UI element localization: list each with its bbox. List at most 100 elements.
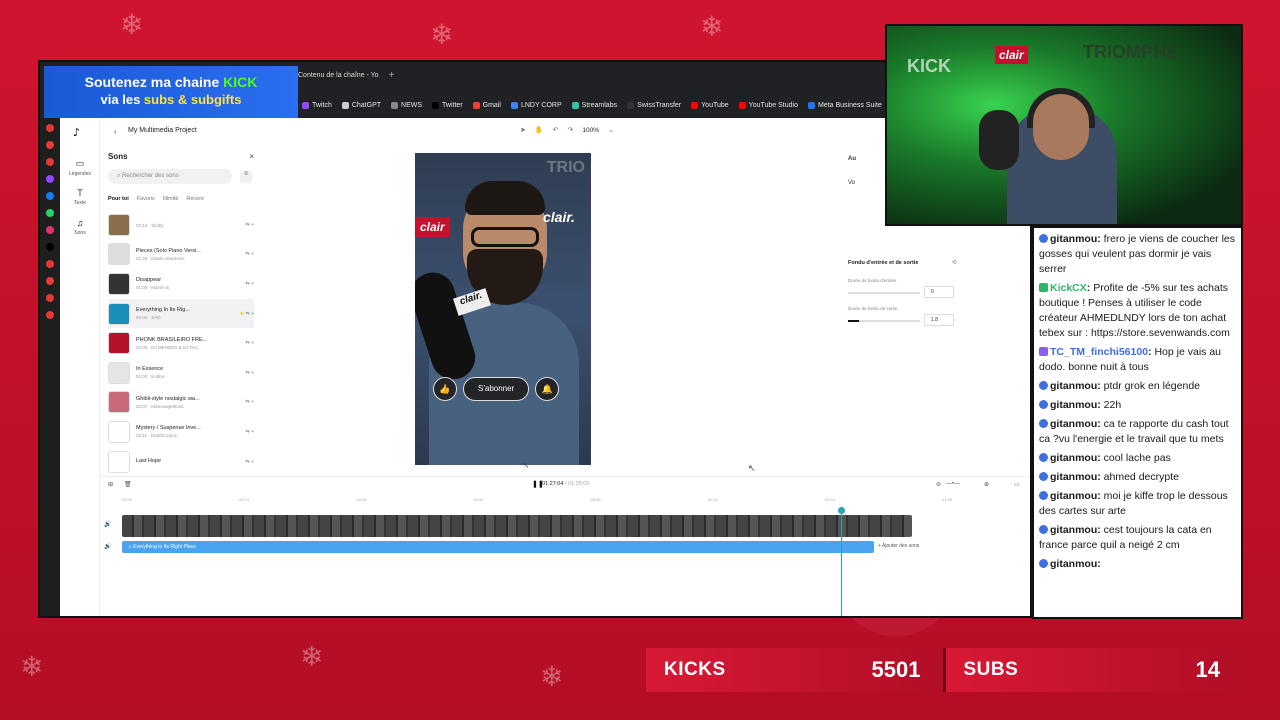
- add-icon[interactable]: +: [251, 311, 254, 317]
- close-icon[interactable]: ×: [249, 152, 254, 161]
- delete-icon[interactable]: 🗑: [124, 481, 132, 488]
- zoom-select[interactable]: 100%: [582, 127, 599, 134]
- add-icon[interactable]: +: [251, 222, 254, 228]
- add-icon[interactable]: +: [251, 370, 254, 376]
- video-track-mute-icon[interactable]: 🔊: [104, 521, 111, 528]
- video-preview[interactable]: TRIO clair. clair clair. 👍 S'abonner 🔔: [415, 153, 591, 465]
- rail-label: Texte: [74, 200, 86, 206]
- bookmark-item[interactable]: Twitch: [302, 102, 332, 109]
- bookmark-item[interactable]: Meta Business Suite: [807, 102, 882, 109]
- rail-sounds[interactable]: ♫ Sons: [60, 218, 100, 236]
- fade-in-input[interactable]: 0: [924, 286, 954, 298]
- chat-username[interactable]: gitanmou: [1050, 380, 1097, 392]
- sound-list-item[interactable]: Disappear 01:00 · Marvin B ⇆ +: [108, 269, 254, 299]
- extension-icon[interactable]: [46, 141, 54, 149]
- x-icon[interactable]: [46, 243, 54, 251]
- sound-actions: ⇆ +: [230, 399, 254, 405]
- tiktok-logo-icon[interactable]: ♪: [73, 126, 80, 139]
- filter-icon[interactable]: ≡: [240, 171, 252, 183]
- audio-track-clip[interactable]: ♫ Everything In Its Right Place: [122, 541, 874, 553]
- sound-list-item[interactable]: In Essence 01:00 · Kubbo ⇆ +: [108, 358, 254, 388]
- extension-icon[interactable]: [46, 277, 54, 285]
- bookmark-item[interactable]: LNDY CORP: [510, 102, 562, 109]
- fade-out-input[interactable]: 1.8: [924, 314, 954, 326]
- add-icon[interactable]: +: [251, 340, 254, 346]
- reset-icon[interactable]: ⟲: [952, 260, 957, 266]
- extension-icon[interactable]: [46, 124, 54, 132]
- zoom-in-icon[interactable]: ⊕: [984, 481, 989, 488]
- sound-list-item[interactable]: 03:12 · Sindly ⇆ +: [108, 210, 254, 240]
- whatsapp-icon[interactable]: [46, 209, 54, 217]
- bookmark-item[interactable]: NEWS: [391, 102, 422, 109]
- tab-for-you[interactable]: Pour toi: [108, 196, 129, 202]
- extension-icon[interactable]: [46, 260, 54, 268]
- comment-icon[interactable]: ▭: [1014, 481, 1020, 488]
- rail-captions[interactable]: ▭ Légendes: [60, 158, 100, 177]
- undo-icon[interactable]: ↶: [553, 126, 559, 134]
- redo-icon[interactable]: ↷: [567, 126, 573, 134]
- sound-list-item[interactable]: Last Hope ⇆ +: [108, 447, 254, 477]
- sound-list-item[interactable]: Pieces (Solo Piano Versi... 01:25 · Danil…: [108, 240, 254, 270]
- extension-icon[interactable]: [46, 158, 54, 166]
- sound-list-item[interactable]: Ghibli-style nostalgic wa... 02:07 · MaSs…: [108, 388, 254, 418]
- rail-text[interactable]: T Texte: [60, 188, 100, 206]
- project-title[interactable]: My Multimedia Project: [128, 127, 197, 134]
- bookmark-item[interactable]: SwissTransfer: [627, 102, 681, 109]
- bell-icon[interactable]: 🔔: [535, 377, 560, 401]
- tab-unlimited[interactable]: Illimité: [163, 196, 179, 202]
- split-icon[interactable]: ⊞: [108, 481, 113, 488]
- messenger-icon[interactable]: [46, 192, 54, 200]
- bookmarks-bar: Twitch ChatGPT NEWS Twitter Gmail LNDY CORP St…: [302, 102, 915, 109]
- chat-username[interactable]: gitanmou: [1050, 233, 1097, 245]
- add-icon[interactable]: +: [251, 399, 254, 405]
- playhead[interactable]: [837, 507, 845, 616]
- zoom-out-icon[interactable]: ⊖: [936, 481, 941, 488]
- back-icon[interactable]: ‹: [114, 127, 117, 136]
- add-sounds-button[interactable]: + Ajouter des sons: [878, 543, 919, 549]
- bookmark-favicon-icon: [510, 102, 518, 109]
- bookmark-item[interactable]: Twitter: [432, 102, 463, 109]
- bookmark-item[interactable]: YouTube: [691, 102, 729, 109]
- add-icon[interactable]: +: [251, 429, 254, 435]
- extension-icon[interactable]: [46, 294, 54, 302]
- subscribe-button[interactable]: S'abonner: [463, 377, 530, 401]
- chat-username[interactable]: TC_TM_finchi56100: [1050, 346, 1148, 358]
- chat-username[interactable]: gitanmou: [1050, 490, 1097, 502]
- new-tab-button[interactable]: +: [389, 70, 395, 81]
- extension-icon[interactable]: [46, 311, 54, 319]
- video-track-clip[interactable]: [122, 515, 912, 537]
- select-tool-icon[interactable]: ➤: [520, 126, 526, 134]
- bookmark-item[interactable]: Gmail: [472, 102, 501, 109]
- bookmark-label: Streamlabs: [581, 102, 618, 109]
- add-icon[interactable]: +: [251, 459, 254, 465]
- browser-tab[interactable]: Contenu de la chaîne - Yo: [298, 72, 379, 79]
- fade-out-slider[interactable]: [848, 320, 920, 322]
- sound-list-item[interactable]: PHONK BRASILEIRO FRE... 01:00 · DJ MENDES…: [108, 328, 254, 358]
- fade-in-slider[interactable]: [848, 292, 920, 294]
- sound-list-item[interactable]: Mystery / Suspense Inve... 02:11 · DaddiC…: [108, 417, 254, 447]
- hand-tool-icon[interactable]: ✋: [535, 126, 544, 134]
- chat-username[interactable]: gitanmou: [1050, 524, 1097, 536]
- chevron-down-icon[interactable]: ⌄: [608, 126, 614, 134]
- tab-recent[interactable]: Récent: [186, 196, 203, 202]
- chat-username[interactable]: gitanmou: [1050, 471, 1097, 483]
- add-icon[interactable]: +: [251, 251, 254, 257]
- bookmark-item[interactable]: YouTube Studio: [738, 102, 798, 109]
- chat-username[interactable]: KickCX: [1050, 282, 1087, 294]
- chat-username[interactable]: gitanmou: [1050, 452, 1097, 464]
- chat-username[interactable]: gitanmou: [1050, 399, 1097, 411]
- audio-track-mute-icon[interactable]: 🔊: [104, 543, 111, 550]
- bookmark-item[interactable]: Streamlabs: [571, 102, 618, 109]
- add-icon[interactable]: +: [251, 281, 254, 287]
- chat-username[interactable]: gitanmou: [1050, 558, 1097, 570]
- instagram-icon[interactable]: [46, 226, 54, 234]
- twitch-icon[interactable]: [46, 175, 54, 183]
- like-icon[interactable]: 👍: [433, 377, 457, 401]
- tab-favorites[interactable]: Favoris: [137, 196, 155, 202]
- zoom-slider[interactable]: —•—: [946, 481, 960, 487]
- sounds-search-input[interactable]: ⌕ Rechercher des sons: [108, 169, 232, 184]
- bookmark-item[interactable]: ChatGPT: [341, 102, 381, 109]
- fade-out-label: Durée du fondu de sortie: [848, 306, 898, 311]
- chat-username[interactable]: gitanmou: [1050, 418, 1097, 430]
- sound-list-item[interactable]: Everything In Its Rig... 02:00 · SAD ★ ⇆ +: [108, 298, 254, 329]
